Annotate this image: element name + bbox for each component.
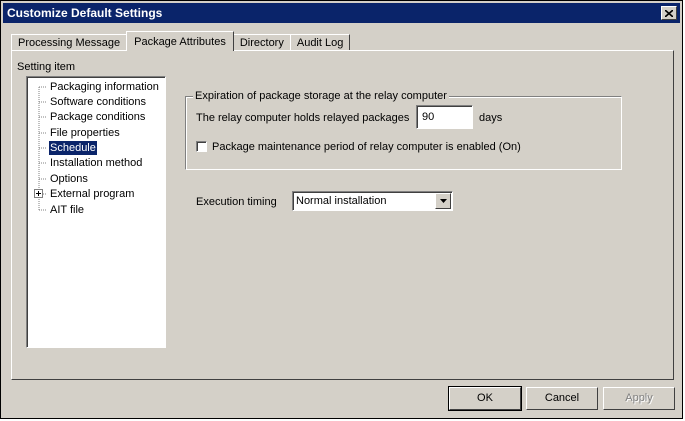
expiration-group-legend: Expiration of package storage at the rel… [193, 90, 449, 102]
tab-package-attributes[interactable]: Package Attributes [126, 31, 234, 51]
tab-directory[interactable]: Directory [232, 34, 291, 51]
tree-item-file-properties[interactable]: File properties [49, 126, 121, 140]
window-title: Customize Default Settings [7, 6, 163, 20]
dialog-window: Customize Default Settings Processing Me… [0, 0, 683, 419]
title-bar[interactable]: Customize Default Settings [3, 3, 680, 23]
tree-item-options[interactable]: Options [49, 172, 89, 186]
setting-item-tree[interactable]: Packaging information Software condition… [26, 76, 166, 348]
tree-item-schedule[interactable]: Schedule [48, 140, 98, 156]
tree-item-software-conditions[interactable]: Software conditions [49, 95, 147, 109]
days-unit-label: days [479, 112, 503, 124]
relay-holds-label: The relay computer holds relayed package… [196, 112, 410, 124]
execution-timing-label: Execution timing [196, 196, 277, 208]
dropdown-button[interactable] [435, 193, 451, 209]
maintenance-checkbox-label[interactable]: Package maintenance period of relay comp… [212, 141, 521, 153]
expiration-group-box [185, 96, 622, 170]
tree-item-package-conditions[interactable]: Package conditions [49, 110, 146, 124]
tree-item-ait-file[interactable]: AIT file [49, 203, 85, 217]
ok-button[interactable]: OK [448, 386, 522, 411]
plus-icon [36, 191, 41, 196]
execution-timing-value: Normal installation [296, 195, 387, 207]
apply-button[interactable]: Apply [603, 387, 675, 410]
tree-item-external-program[interactable]: External program [49, 187, 135, 201]
maintenance-checkbox[interactable] [196, 141, 207, 152]
expand-toggle[interactable] [34, 189, 43, 198]
setting-item-label: Setting item [17, 61, 76, 73]
tab-audit-log[interactable]: Audit Log [289, 34, 351, 51]
days-input[interactable]: 90 [416, 105, 473, 129]
cancel-button[interactable]: Cancel [526, 387, 598, 410]
close-icon [665, 9, 673, 17]
tree-item-installation-method[interactable]: Installation method [49, 156, 143, 170]
tree-item-packaging-information[interactable]: Packaging information [49, 80, 160, 94]
tab-strip: Processing Message Package Attributes Di… [11, 31, 351, 51]
chevron-down-icon [439, 199, 447, 203]
close-button[interactable] [661, 6, 677, 20]
tab-processing-message[interactable]: Processing Message [11, 34, 128, 51]
execution-timing-select[interactable]: Normal installation [292, 191, 453, 211]
